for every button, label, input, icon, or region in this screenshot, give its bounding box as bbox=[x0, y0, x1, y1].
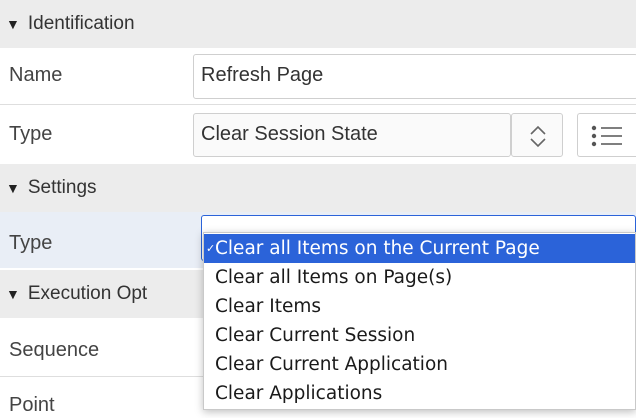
list-icon bbox=[591, 125, 622, 147]
point-label: Point bbox=[9, 394, 55, 416]
dropdown-option-clear-current-session[interactable]: Clear Current Session bbox=[204, 321, 635, 350]
option-label: Clear Current Application bbox=[215, 354, 448, 375]
dropdown-option-clear-current-application[interactable]: Clear Current Application bbox=[204, 350, 635, 379]
up-down-chevron-icon bbox=[530, 125, 546, 148]
settings-type-label: Type bbox=[9, 232, 53, 254]
type-dropdown-list[interactable]: ✓ Clear all Items on the Current Page Cl… bbox=[203, 232, 636, 410]
list-button[interactable] bbox=[577, 113, 636, 157]
dropdown-option-clear-all-items-pages[interactable]: Clear all Items on Page(s) bbox=[204, 263, 635, 292]
section-header-settings[interactable]: ▼ Settings bbox=[0, 164, 636, 212]
option-label: Clear Current Session bbox=[215, 325, 416, 346]
option-label: Clear all Items on the Current Page bbox=[215, 238, 540, 259]
type-value: Clear Session State bbox=[201, 123, 378, 145]
name-label: Name bbox=[9, 64, 63, 86]
triangle-down-icon: ▼ bbox=[6, 180, 20, 196]
triangle-down-icon: ▼ bbox=[6, 286, 20, 302]
option-label: Clear all Items on Page(s) bbox=[215, 267, 453, 288]
triangle-down-icon: ▼ bbox=[6, 16, 20, 32]
dropdown-option-clear-all-items-current-page[interactable]: ✓ Clear all Items on the Current Page bbox=[204, 234, 635, 263]
section-title: Identification bbox=[27, 13, 135, 34]
section-title: Settings bbox=[27, 177, 97, 198]
checkmark-icon: ✓ bbox=[206, 242, 216, 255]
dropdown-option-clear-items[interactable]: Clear Items bbox=[204, 292, 635, 321]
option-label: Clear Applications bbox=[215, 383, 383, 404]
dropdown-option-clear-applications[interactable]: Clear Applications bbox=[204, 379, 635, 408]
section-title: Execution Opt bbox=[27, 283, 148, 304]
section-header-identification[interactable]: ▼ Identification bbox=[0, 0, 636, 48]
divider bbox=[0, 104, 636, 105]
option-label: Clear Items bbox=[215, 296, 322, 317]
name-value: Refresh Page bbox=[201, 64, 324, 86]
type-label: Type bbox=[9, 123, 53, 145]
type-spinner-button[interactable] bbox=[511, 113, 563, 157]
sequence-label: Sequence bbox=[9, 339, 100, 361]
